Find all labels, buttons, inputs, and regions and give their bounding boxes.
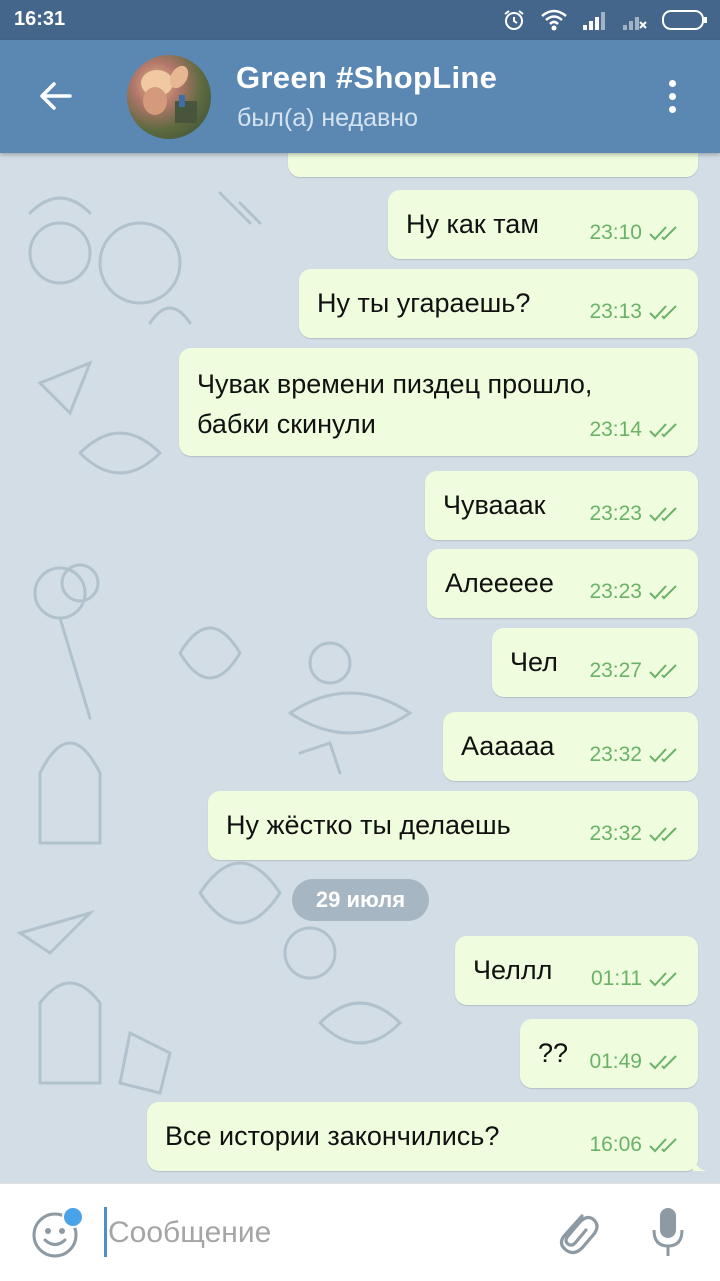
status-bar: 16:31 [0, 0, 720, 40]
message-text: Все истории закончились? [165, 1121, 500, 1151]
text-cursor [104, 1207, 107, 1257]
message-bubble[interactable]: Чувааак 23:23 [425, 471, 698, 540]
battery-icon [662, 10, 707, 30]
alarm-icon [504, 10, 524, 30]
message-bubble[interactable]: Чел 23:27 [492, 628, 698, 697]
chat-title[interactable]: Green #ShopLine [236, 60, 497, 96]
message-text: Чувак времени пиздец прошло, бабки скину… [197, 369, 593, 439]
wifi-icon [541, 9, 567, 31]
bubble-tail [693, 1155, 707, 1171]
message-text: Ну ты угараешь? [317, 288, 531, 318]
double-check-icon [649, 305, 677, 320]
signal-icon [583, 12, 605, 30]
chat-header: Green #ShopLine был(а) недавно [0, 40, 720, 153]
double-check-icon [649, 1055, 677, 1070]
arrow-left-icon[interactable] [36, 76, 76, 116]
message-text: Ну жёстко ты делаешь [226, 810, 511, 840]
message-composer [0, 1183, 720, 1281]
double-check-icon [649, 664, 677, 679]
message-bubble[interactable]: Чувак времени пиздец прошло, бабки скину… [179, 348, 698, 456]
message-text: Челлл [473, 955, 553, 985]
avatar[interactable] [127, 55, 211, 139]
chat-status: был(а) недавно [237, 104, 419, 132]
message-bubble[interactable]: Ну ты угараешь? 23:13 [299, 269, 698, 338]
message-time: 01:49 [589, 1050, 642, 1073]
double-check-icon [649, 1138, 677, 1153]
signal-no-sim-icon [623, 17, 647, 30]
message-list[interactable]: Ну как там 23:10 Ну ты угараешь? 23:13 Ч… [0, 153, 720, 1183]
message-bubble[interactable]: Алеееее 23:23 [427, 549, 698, 618]
message-time: 23:14 [589, 418, 642, 441]
message-time: 23:27 [589, 659, 642, 682]
message-bubble-partial [288, 153, 698, 177]
message-time: 23:13 [589, 300, 642, 323]
double-check-icon [649, 827, 677, 842]
message-text: ?? [538, 1038, 569, 1068]
more-vertical-icon[interactable] [660, 76, 684, 118]
message-time: 23:32 [589, 822, 642, 845]
message-text: Чувааак [443, 490, 546, 520]
double-check-icon [649, 507, 677, 522]
message-bubble[interactable]: Челлл 01:11 [455, 936, 698, 1005]
double-check-icon [649, 585, 677, 600]
message-text: Ну как там [406, 209, 539, 239]
message-text: Чел [510, 647, 558, 677]
message-bubble[interactable]: Ну как там 23:10 [388, 190, 698, 259]
double-check-icon [649, 226, 677, 241]
status-icons [502, 7, 708, 33]
paperclip-icon[interactable] [552, 1206, 600, 1258]
double-check-icon [649, 423, 677, 438]
message-bubble[interactable]: ?? 01:49 [520, 1019, 698, 1088]
message-bubble[interactable]: Все истории закончились? 16:06 [147, 1102, 707, 1171]
double-check-icon [649, 748, 677, 763]
message-time: 16:06 [589, 1133, 642, 1156]
message-time: 23:23 [589, 502, 642, 525]
status-time: 16:31 [14, 8, 66, 30]
date-separator: 29 июля [292, 879, 429, 921]
message-bubble[interactable]: Ну жёстко ты делаешь 23:32 [208, 791, 698, 860]
notification-dot [62, 1206, 84, 1228]
message-input[interactable] [108, 1209, 508, 1257]
message-text: Алеееее [445, 568, 554, 598]
message-time: 23:32 [589, 743, 642, 766]
message-time: 01:11 [591, 967, 642, 990]
message-text: Аааааа [461, 731, 555, 761]
message-time: 23:23 [589, 580, 642, 603]
message-time: 23:10 [589, 221, 642, 244]
message-bubble[interactable]: Аааааа 23:32 [443, 712, 698, 781]
microphone-icon[interactable] [650, 1206, 686, 1260]
double-check-icon [649, 972, 677, 987]
